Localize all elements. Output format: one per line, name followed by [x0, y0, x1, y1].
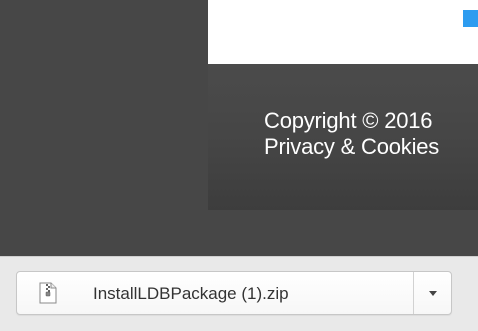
privacy-cookies-link[interactable]: Privacy & Cookies — [264, 134, 439, 160]
zip-file-icon — [39, 282, 57, 304]
chevron-down-icon — [428, 290, 437, 296]
download-shelf: InstallLDBPackage (1).zip — [0, 256, 478, 331]
download-file-name[interactable]: InstallLDBPackage (1).zip — [93, 284, 289, 304]
blue-accent-bar — [463, 10, 478, 27]
web-page-content: Copyright © 2016 Privacy & Cookies — [0, 0, 478, 256]
download-item[interactable]: InstallLDBPackage (1).zip — [16, 271, 452, 315]
white-content-panel — [208, 0, 478, 64]
footer-text-block: Copyright © 2016 Privacy & Cookies — [264, 108, 439, 160]
browser-window: Copyright © 2016 Privacy & Cookies Insta… — [0, 0, 478, 331]
download-options-button[interactable] — [414, 272, 451, 314]
copyright-text: Copyright © 2016 — [264, 108, 433, 133]
